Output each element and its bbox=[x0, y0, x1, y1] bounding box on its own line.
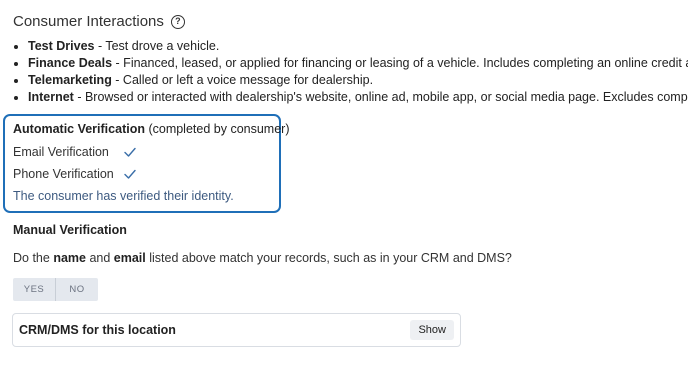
interaction-desc: - Financed, leased, or applied for finan… bbox=[112, 56, 688, 70]
yes-no-toggle: YES NO bbox=[13, 278, 98, 301]
email-verification-label: Email Verification bbox=[13, 145, 109, 159]
interaction-desc: - Browsed or interacted with dealership'… bbox=[73, 90, 688, 104]
interaction-term: Finance Deals bbox=[28, 56, 113, 70]
question-name: name bbox=[53, 251, 86, 265]
question-circle-icon[interactable]: ? bbox=[170, 14, 185, 29]
interaction-list: Test Drives - Test drove a vehicle. Fina… bbox=[13, 38, 688, 106]
section-heading: Consumer Interactions ? bbox=[13, 13, 185, 30]
phone-verification-label: Phone Verification bbox=[13, 167, 114, 181]
list-item: Test Drives - Test drove a vehicle. bbox=[13, 38, 688, 55]
question-prefix: Do the bbox=[13, 251, 54, 265]
question-suffix: listed above match your records, such as… bbox=[145, 251, 512, 265]
email-verification-row: Email Verification bbox=[13, 145, 137, 159]
list-item: Finance Deals - Financed, leased, or app… bbox=[13, 55, 688, 72]
show-button[interactable]: Show bbox=[410, 320, 454, 340]
question-email: email bbox=[113, 251, 146, 265]
check-icon bbox=[124, 147, 136, 157]
automatic-verification-title: Automatic Verification (completed by con… bbox=[13, 122, 290, 136]
phone-verification-row: Phone Verification bbox=[13, 167, 137, 181]
interaction-desc: - Called or left a voice message for dea… bbox=[111, 73, 374, 87]
verified-message: The consumer has verified their identity… bbox=[13, 189, 234, 203]
list-item: Telemarketing - Called or left a voice m… bbox=[13, 72, 688, 89]
check-icon bbox=[124, 169, 136, 179]
interaction-desc: - Test drove a vehicle. bbox=[94, 39, 220, 53]
manual-verification-title: Manual Verification bbox=[13, 223, 127, 237]
automatic-verification-label: Automatic Verification bbox=[13, 122, 145, 136]
manual-verification-question: Do the name and email listed above match… bbox=[13, 251, 512, 265]
section-title: Consumer Interactions bbox=[13, 13, 164, 30]
automatic-verification-note: (completed by consumer) bbox=[144, 122, 290, 136]
crm-dms-title: CRM/DMS for this location bbox=[19, 323, 176, 337]
interaction-term: Internet bbox=[28, 90, 74, 104]
crm-dms-panel: CRM/DMS for this location Show bbox=[12, 313, 461, 347]
yes-button[interactable]: YES bbox=[13, 278, 56, 301]
list-item: Internet - Browsed or interacted with de… bbox=[13, 89, 688, 106]
interaction-term: Telemarketing bbox=[28, 73, 112, 87]
no-button[interactable]: NO bbox=[56, 278, 98, 301]
interaction-term: Test Drives bbox=[28, 39, 95, 53]
question-and: and bbox=[85, 251, 114, 265]
